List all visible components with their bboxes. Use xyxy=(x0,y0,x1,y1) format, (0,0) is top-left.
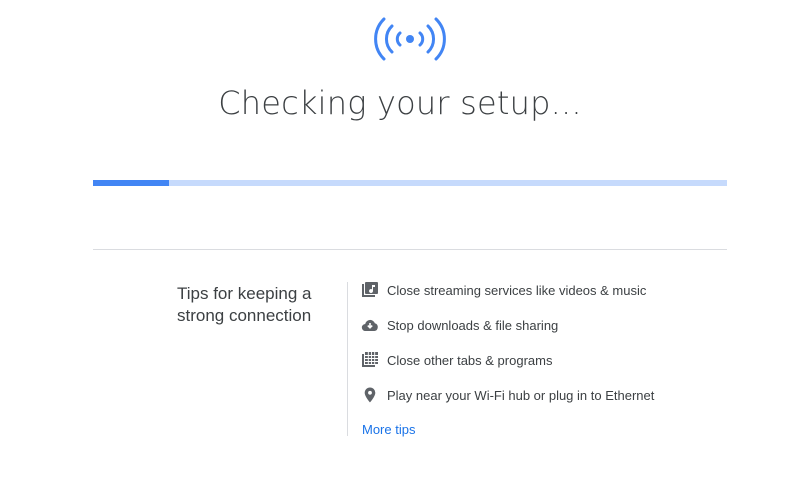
tip-label: Close streaming services like videos & m… xyxy=(387,282,647,298)
tip-item-downloads: Stop downloads & file sharing xyxy=(361,315,654,335)
tip-item-streaming: Close streaming services like videos & m… xyxy=(361,280,654,300)
tips-list: Close streaming services like videos & m… xyxy=(361,280,654,420)
wireless-signal-icon xyxy=(370,14,450,64)
more-tips-link[interactable]: More tips xyxy=(362,422,415,437)
progress-bar-fill xyxy=(93,180,170,186)
tips-heading: Tips for keeping a strong connection xyxy=(177,284,312,325)
cloud-download-icon xyxy=(361,316,379,334)
page-title: Checking your setup... xyxy=(218,84,582,122)
section-divider xyxy=(93,249,727,250)
grid-tabs-icon xyxy=(361,351,379,369)
tip-label: Close other tabs & programs xyxy=(387,352,553,368)
setup-check-page: Checking your setup... Tips for keeping … xyxy=(0,0,800,481)
tip-label: Play near your Wi-Fi hub or plug in to E… xyxy=(387,387,655,403)
tip-item-wifi: Play near your Wi-Fi hub or plug in to E… xyxy=(361,385,654,405)
progress-bar xyxy=(93,180,727,186)
tip-item-tabs: Close other tabs & programs xyxy=(361,350,654,370)
tips-vertical-divider xyxy=(347,282,348,436)
tip-label: Stop downloads & file sharing xyxy=(387,317,559,333)
video-library-icon xyxy=(361,281,379,299)
location-pin-icon xyxy=(361,386,379,404)
